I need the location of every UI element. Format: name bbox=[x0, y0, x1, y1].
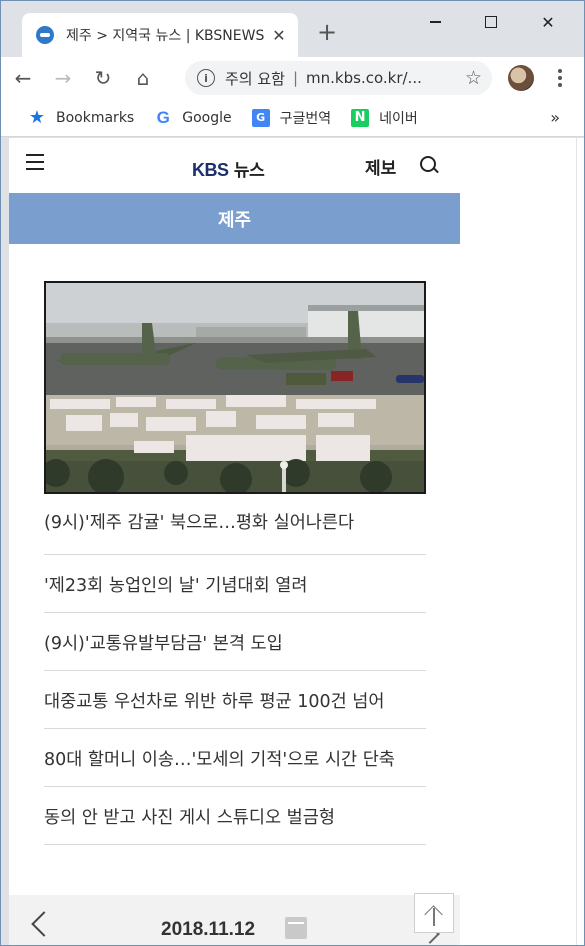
url-text[interactable]: mn.kbs.co.kr/... bbox=[306, 69, 459, 87]
google-translate-icon: G bbox=[251, 108, 270, 127]
kbs-news-logo[interactable]: KBS 뉴스 bbox=[192, 156, 265, 181]
bookmark-item-google-translate[interactable]: G 구글번역 bbox=[251, 108, 332, 128]
headline-item[interactable]: (9시)'교통유발부담금' 본격 도입 bbox=[44, 630, 283, 655]
close-window-button[interactable]: ✕ bbox=[520, 7, 576, 37]
minimize-button[interactable] bbox=[407, 7, 463, 37]
date-navigation-bar: 2018.11.12 bbox=[9, 895, 460, 945]
bookmark-item-naver[interactable]: N 네이버 bbox=[351, 108, 418, 128]
minimize-icon bbox=[429, 21, 441, 23]
report-link[interactable]: 제보 bbox=[365, 154, 396, 179]
bookmark-item-google[interactable]: G Google bbox=[154, 107, 232, 127]
browser-menu-icon[interactable] bbox=[553, 66, 567, 90]
omnibox-separator: | bbox=[292, 69, 299, 87]
new-tab-button[interactable]: + bbox=[314, 19, 340, 45]
divider bbox=[44, 728, 426, 729]
site-header: KBS 뉴스 제보 bbox=[9, 138, 460, 193]
reload-button[interactable]: ↻ bbox=[88, 63, 118, 93]
headline-item[interactable]: (9시)'제주 감귤' 북으로…평화 실어나른다 bbox=[44, 509, 354, 534]
hero-photo bbox=[46, 283, 424, 492]
bookmark-star-icon[interactable]: ☆ bbox=[465, 67, 482, 89]
tab-close-icon[interactable]: ✕ bbox=[270, 26, 288, 45]
divider bbox=[44, 670, 426, 671]
hero-news-image[interactable] bbox=[44, 281, 426, 494]
address-bar[interactable]: i 주의 요함 | mn.kbs.co.kr/... ☆ bbox=[185, 61, 492, 95]
browser-window: 제주 > 지역국 뉴스 | KBSNEWS ✕ + ✕ ← → ↻ ⌂ i 주의… bbox=[0, 0, 585, 946]
divider bbox=[44, 786, 426, 787]
forward-button[interactable]: → bbox=[48, 63, 78, 93]
page-right-margin bbox=[460, 138, 584, 945]
kbs-favicon-icon bbox=[36, 26, 54, 44]
divider bbox=[44, 612, 426, 613]
headline-item[interactable]: 80대 할머니 이송…'모세의 기적'으로 시간 단축 bbox=[44, 746, 395, 771]
home-button[interactable]: ⌂ bbox=[128, 63, 158, 93]
bookmark-label: Google bbox=[182, 109, 232, 126]
security-warning-label[interactable]: 주의 요함 bbox=[225, 68, 285, 89]
scroll-to-top-button[interactable] bbox=[414, 893, 454, 933]
page-viewport: KBS 뉴스 제보 제주 (9시)'제주 감귤' 북으로…평화 실어나른다 '제… bbox=[9, 138, 460, 945]
tab-title: 제주 > 지역국 뉴스 | KBSNEWS bbox=[66, 28, 265, 44]
bookmark-label: 구글번역 bbox=[279, 110, 332, 127]
bookmark-label: Bookmarks bbox=[56, 109, 135, 126]
current-date: 2018.11.12 bbox=[161, 919, 256, 940]
divider bbox=[44, 844, 426, 845]
headline-item[interactable]: '제23회 농업인의 날' 기념대회 열려 bbox=[44, 572, 307, 597]
naver-icon: N bbox=[351, 108, 370, 127]
calendar-icon[interactable] bbox=[285, 917, 307, 939]
google-icon: G bbox=[156, 107, 170, 127]
profile-avatar[interactable] bbox=[508, 65, 534, 91]
info-icon[interactable]: i bbox=[197, 69, 215, 87]
bookmark-item-bookmarks[interactable]: ★ Bookmarks bbox=[28, 107, 135, 128]
tab-strip: 제주 > 지역국 뉴스 | KBSNEWS ✕ + ✕ bbox=[1, 1, 584, 57]
back-button[interactable]: ← bbox=[8, 63, 38, 93]
divider bbox=[576, 138, 577, 945]
bookmarks-bar: ★ Bookmarks G Google G 구글번역 N 네이버 » bbox=[1, 99, 584, 137]
tab-kbs-news[interactable]: 제주 > 지역국 뉴스 | KBSNEWS ✕ bbox=[22, 13, 298, 57]
bookmarks-star-icon: ★ bbox=[28, 107, 46, 128]
region-title-bar: 제주 bbox=[9, 193, 460, 244]
maximize-button[interactable] bbox=[463, 7, 519, 37]
bookmarks-overflow-icon[interactable]: » bbox=[550, 108, 560, 127]
bookmark-label: 네이버 bbox=[379, 110, 418, 127]
previous-date-icon[interactable] bbox=[29, 909, 47, 945]
headline-item[interactable]: 동의 안 받고 사진 게시 스튜디오 벌금형 bbox=[44, 804, 335, 829]
search-icon[interactable] bbox=[420, 156, 438, 174]
maximize-icon bbox=[485, 16, 497, 28]
hamburger-menu-icon[interactable] bbox=[26, 154, 44, 170]
browser-toolbar: ← → ↻ ⌂ i 주의 요함 | mn.kbs.co.kr/... ☆ bbox=[1, 57, 584, 99]
divider bbox=[44, 554, 426, 555]
headline-item[interactable]: 대중교통 우선차로 위반 하루 평균 100건 넘어 bbox=[44, 688, 384, 713]
